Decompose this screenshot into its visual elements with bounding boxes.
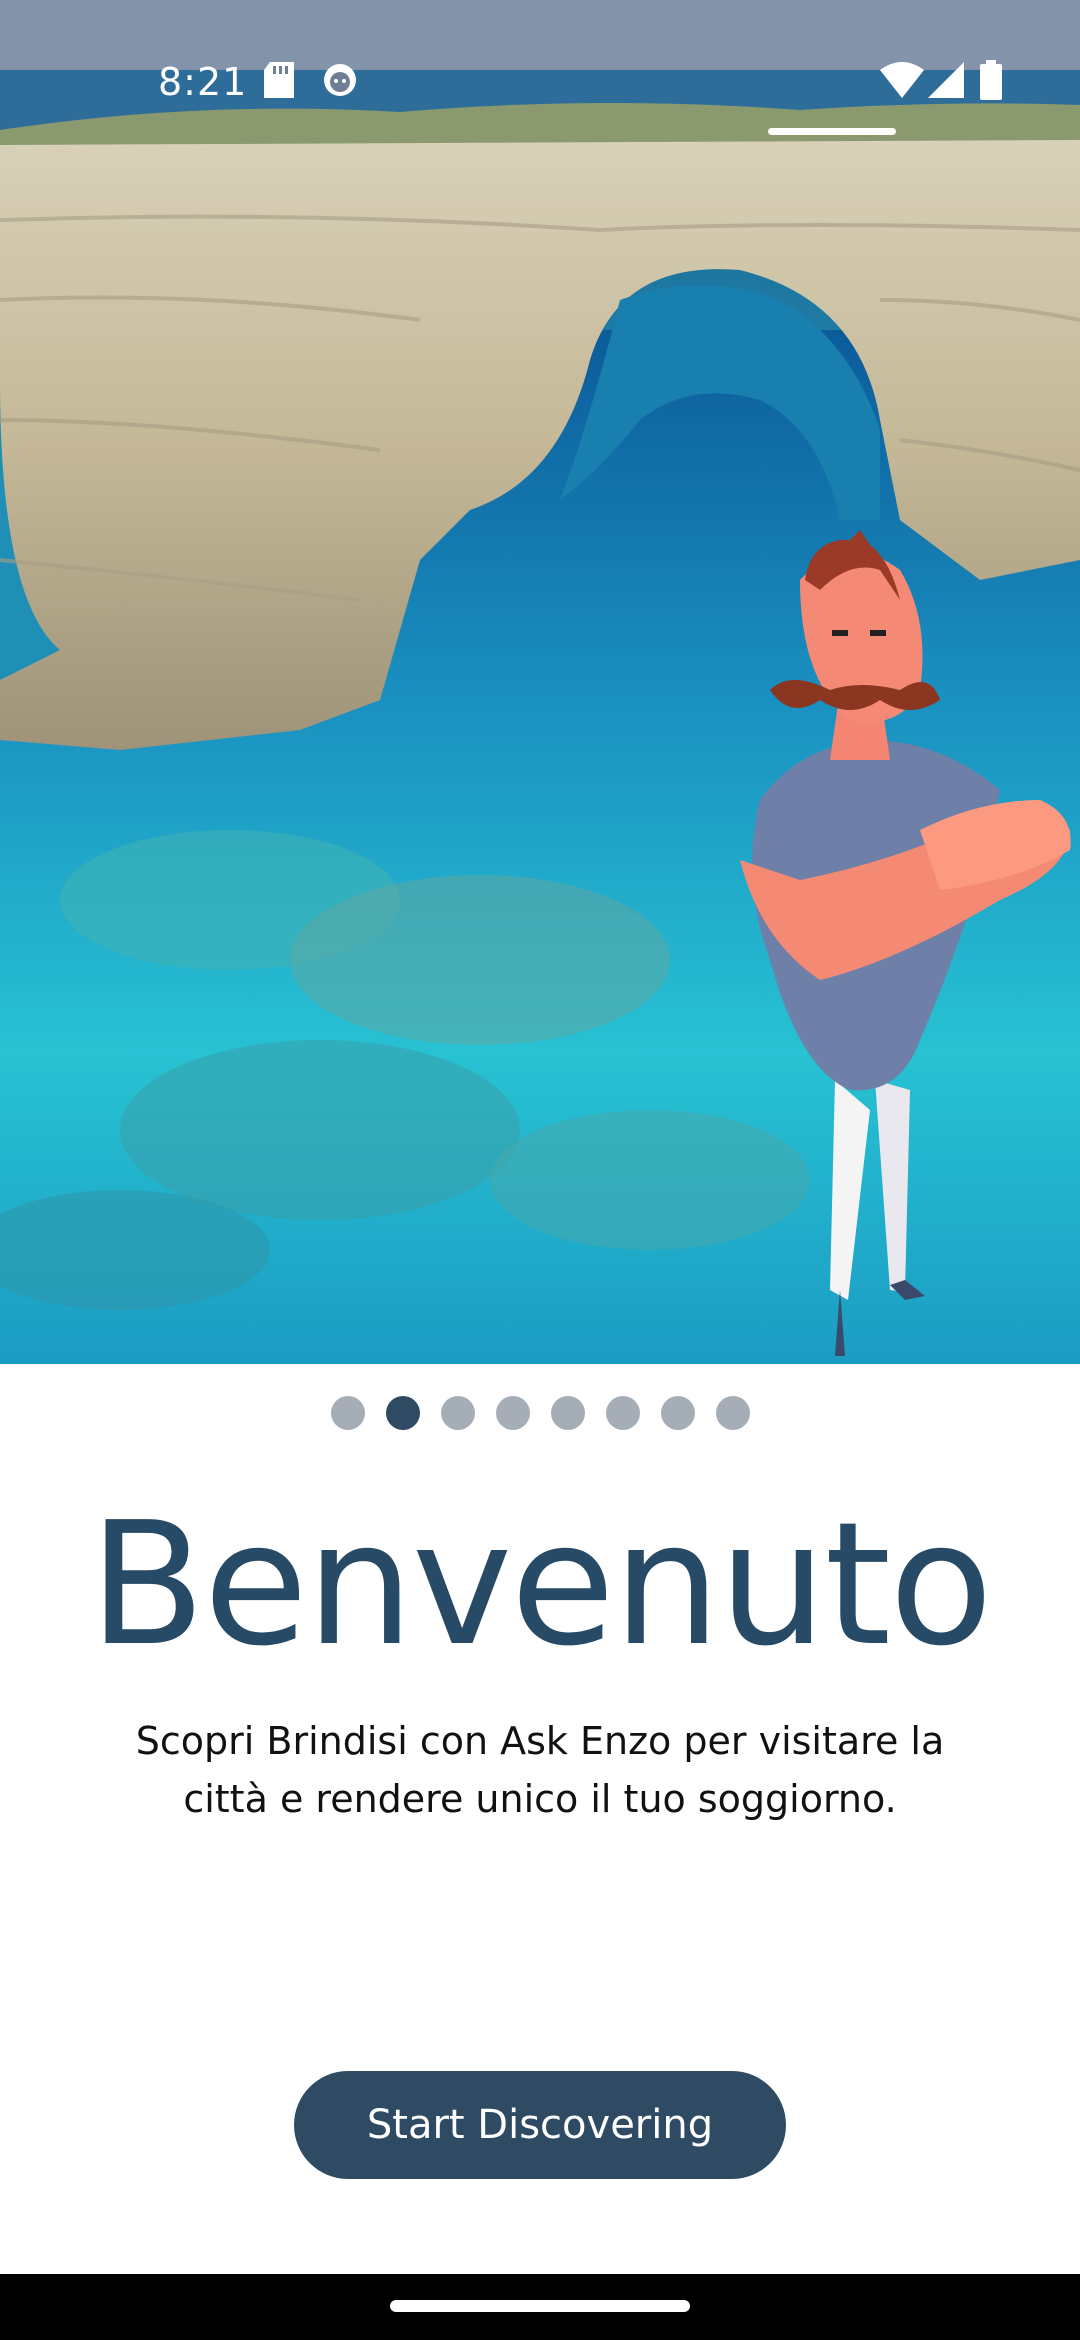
welcome-subtitle: Scopri Brindisi con Ask Enzo per visitar…: [135, 1719, 945, 1821]
page-dot[interactable]: [660, 1396, 695, 1430]
page-indicator: [0, 1396, 1080, 1430]
status-bar: 8:21: [0, 0, 1080, 160]
signal-icon: [928, 62, 964, 102]
hero-image: [0, 0, 1080, 1364]
page-dot[interactable]: [495, 1396, 530, 1430]
page-dot[interactable]: [330, 1396, 365, 1430]
home-gesture-handle[interactable]: [390, 2300, 690, 2312]
page-dot[interactable]: [440, 1396, 475, 1430]
sd-card-icon: [264, 62, 294, 102]
battery-icon: [980, 60, 1002, 104]
page-dot[interactable]: [550, 1396, 585, 1430]
page-dot[interactable]: [715, 1396, 750, 1430]
start-discovering-button[interactable]: Start Discovering: [294, 2071, 786, 2179]
landscape-illustration: [0, 0, 1080, 1364]
page-dot[interactable]: [605, 1396, 640, 1430]
status-time: 8:21: [158, 60, 248, 104]
welcome-title: Benvenuto: [88, 1486, 993, 1684]
page-dot-active[interactable]: [385, 1396, 420, 1430]
wifi-icon: [880, 62, 924, 102]
android-debug-icon: [322, 62, 358, 102]
